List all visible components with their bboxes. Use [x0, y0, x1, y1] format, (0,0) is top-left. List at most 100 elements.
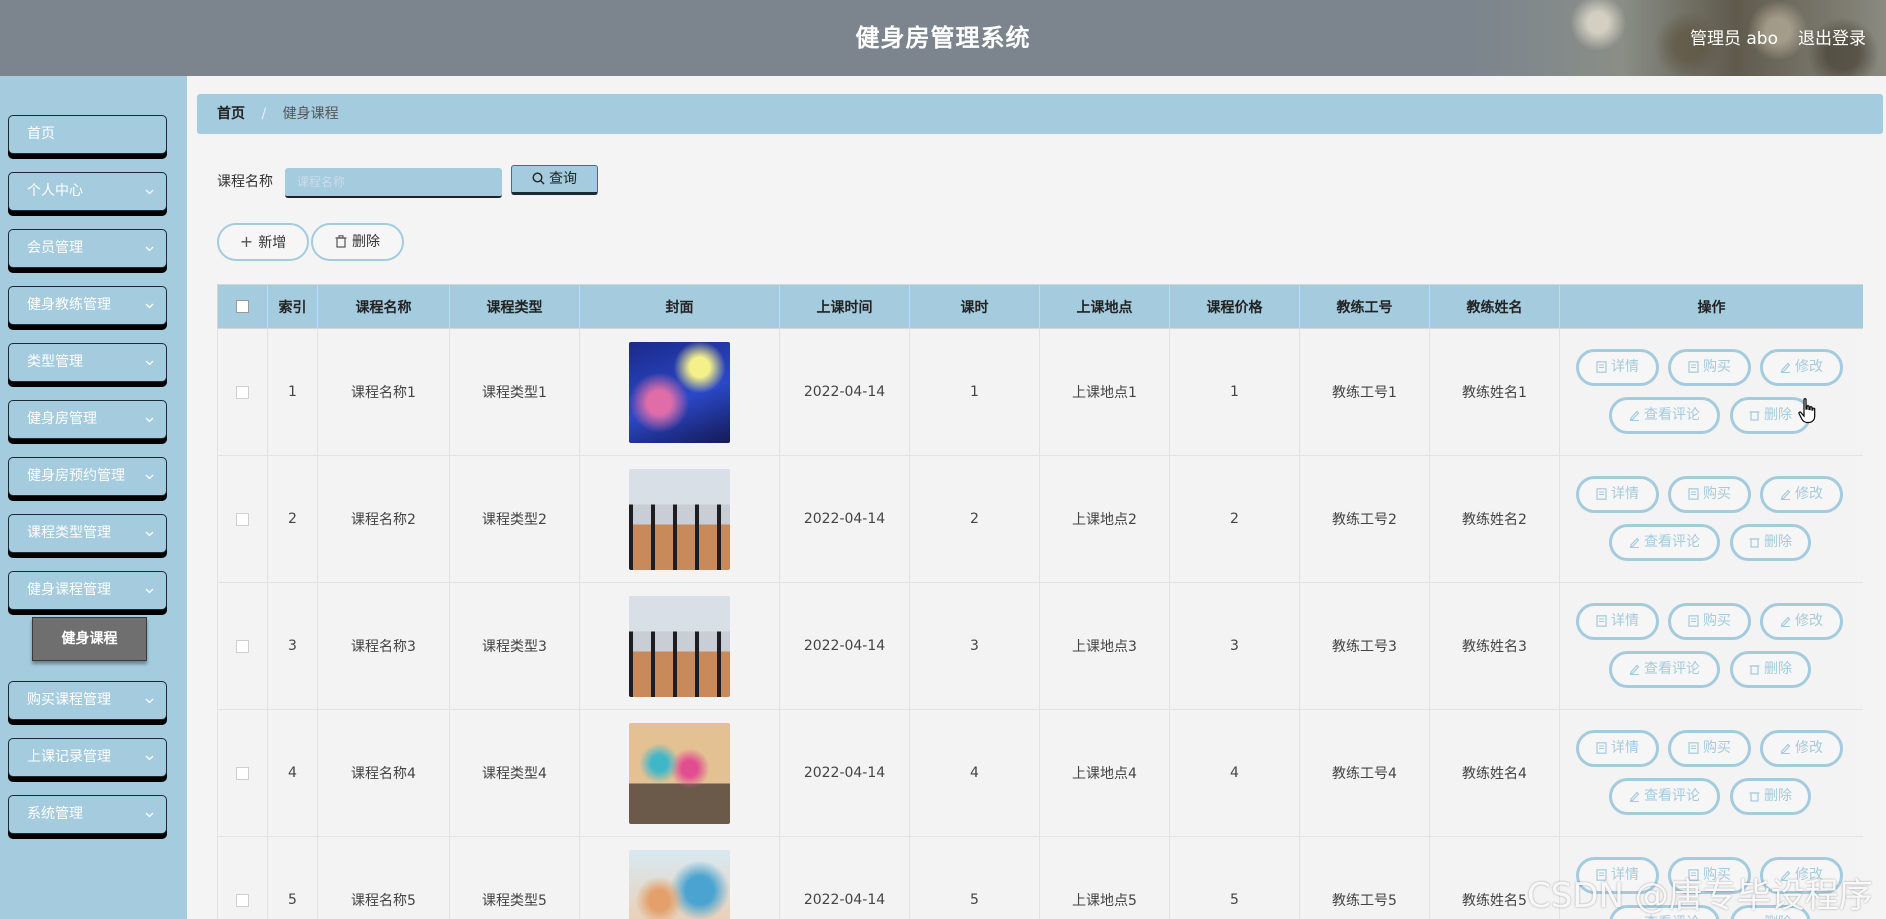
cell-location: 上课地点4: [1039, 709, 1170, 837]
cell-hours: 4: [909, 709, 1040, 837]
detail-button[interactable]: 详情: [1576, 476, 1659, 513]
column-header: 教练工号: [1299, 284, 1430, 329]
sidebar-item[interactable]: 会员管理: [8, 229, 167, 268]
sidebar-item[interactable]: 类型管理: [8, 343, 167, 382]
detail-button-label: 详情: [1611, 740, 1639, 756]
delete-row-button[interactable]: 删除: [1730, 778, 1811, 815]
delete-row-button[interactable]: 删除: [1730, 524, 1811, 561]
table-header-row: 索引 课程名称 课程类型 封面 上课时间 课时 上课地点 课程价格 教练工号 教…: [217, 284, 1863, 329]
edit-button[interactable]: 修改: [1760, 730, 1843, 767]
column-header: 课程类型: [449, 284, 580, 329]
delete-row-button-label: 删除: [1764, 534, 1792, 550]
top-header: 健身房管理系统 管理员 abo 退出登录: [0, 0, 1886, 76]
buy-button[interactable]: 购买: [1668, 476, 1751, 513]
document-icon: [1688, 361, 1699, 373]
chevron-down-icon: [145, 189, 154, 195]
sidebar-item[interactable]: 健身房预约管理: [8, 457, 167, 496]
buy-button-label: 购买: [1703, 486, 1731, 502]
row-actions: 详情 购买 修改查看评论 删除: [1560, 710, 1863, 836]
search-button[interactable]: 查询: [511, 165, 598, 195]
view-comments-button[interactable]: 查看评论: [1609, 524, 1720, 561]
sidebar-item[interactable]: 系统管理: [8, 795, 167, 834]
add-button[interactable]: + 新增: [217, 223, 309, 261]
select-all-cell[interactable]: [217, 284, 268, 329]
delete-row-button-label: 删除: [1764, 788, 1792, 804]
delete-row-button[interactable]: 删除: [1730, 651, 1811, 688]
sidebar-item[interactable]: 个人中心: [8, 172, 167, 211]
batch-delete-button[interactable]: 删除: [311, 223, 404, 261]
row-select-cell[interactable]: [217, 328, 268, 456]
delete-row-button-label: 删除: [1764, 407, 1792, 423]
chevron-down-icon: [145, 698, 154, 704]
view-comments-button[interactable]: 查看评论: [1609, 778, 1720, 815]
cell-coach-id: 教练工号5: [1299, 836, 1430, 919]
sidebar-item[interactable]: 课程类型管理: [8, 514, 167, 553]
view-comments-button-label: 查看评论: [1644, 407, 1700, 423]
breadcrumb-separator: /: [261, 106, 267, 122]
breadcrumb-home[interactable]: 首页: [217, 106, 245, 122]
column-header: 课程名称: [317, 284, 450, 329]
document-icon: [1596, 488, 1607, 500]
logout-link[interactable]: 退出登录: [1798, 24, 1866, 49]
detail-button[interactable]: 详情: [1576, 730, 1659, 767]
column-header: 上课时间: [779, 284, 910, 329]
sidebar-item-label: 健身房管理: [27, 411, 97, 427]
cell-index: 3: [267, 582, 318, 710]
buy-button[interactable]: 购买: [1668, 349, 1751, 386]
row-select-cell[interactable]: [217, 836, 268, 919]
cell-index: 4: [267, 709, 318, 837]
buy-button[interactable]: 购买: [1668, 603, 1751, 640]
row-select-cell[interactable]: [217, 709, 268, 837]
cell-course-type: 课程类型5: [449, 836, 580, 919]
cell-location: 上课地点1: [1039, 328, 1170, 456]
cell-index: 5: [267, 836, 318, 919]
cell-index: 2: [267, 455, 318, 583]
sidebar-item[interactable]: 购买课程管理: [8, 681, 167, 720]
cell-coach-name: 教练姓名2: [1429, 455, 1560, 583]
buy-button[interactable]: 购买: [1668, 730, 1751, 767]
edit-button[interactable]: 修改: [1760, 603, 1843, 640]
detail-button[interactable]: 详情: [1576, 349, 1659, 386]
edit-button[interactable]: 修改: [1760, 349, 1843, 386]
column-header: 操作: [1559, 284, 1863, 329]
view-comments-button[interactable]: 查看评论: [1609, 397, 1720, 434]
detail-button[interactable]: 详情: [1576, 603, 1659, 640]
search-button-label: 查询: [549, 171, 577, 187]
document-icon: [1596, 615, 1607, 627]
sidebar-item[interactable]: 首页: [8, 115, 167, 154]
row-actions: 详情 购买 修改查看评论 删除: [1560, 583, 1863, 709]
view-comments-button[interactable]: 查看评论: [1609, 651, 1720, 688]
sidebar-item[interactable]: 上课记录管理: [8, 738, 167, 777]
buy-button-label: 购买: [1703, 359, 1731, 375]
row-checkbox[interactable]: [236, 766, 249, 780]
view-comments-button-label: 查看评论: [1644, 788, 1700, 804]
sidebar-item[interactable]: 健身房管理: [8, 400, 167, 439]
sidebar-item[interactable]: 健身课程管理: [8, 571, 167, 610]
row-checkbox[interactable]: [236, 639, 249, 653]
edit-icon: [1629, 537, 1640, 548]
row-select-cell[interactable]: [217, 455, 268, 583]
admin-username: 管理员 abo: [1689, 29, 1778, 49]
edit-button-label: 修改: [1795, 359, 1823, 375]
row-checkbox[interactable]: [236, 385, 249, 399]
chevron-down-icon: [145, 755, 154, 761]
cell-location: 上课地点3: [1039, 582, 1170, 710]
sidebar-subitem-active[interactable]: 健身课程: [32, 617, 147, 661]
cell-hours: 2: [909, 455, 1040, 583]
row-checkbox[interactable]: [236, 512, 249, 526]
row-select-cell[interactable]: [217, 582, 268, 710]
edit-button[interactable]: 修改: [1760, 476, 1843, 513]
row-checkbox[interactable]: [236, 893, 249, 907]
select-all-checkbox[interactable]: [236, 300, 249, 313]
chevron-down-icon: [145, 474, 154, 480]
search-input[interactable]: [285, 168, 502, 198]
column-header: 索引: [267, 284, 318, 329]
view-comments-button-label: 查看评论: [1644, 661, 1700, 677]
app-title: 健身房管理系统: [855, 24, 1031, 52]
cell-index: 1: [267, 328, 318, 456]
table-row: 3 课程名称3 课程类型3 2022-04-14 3 上课地点3 3 教练工号3 教练姓名3 详情…: [217, 582, 1863, 710]
cell-coach-name: 教练姓名3: [1429, 582, 1560, 710]
sidebar-item[interactable]: 健身教练管理: [8, 286, 167, 325]
sidebar-item-label: 健身教练管理: [27, 297, 111, 313]
sidebar-item-label: 课程类型管理: [27, 525, 111, 541]
